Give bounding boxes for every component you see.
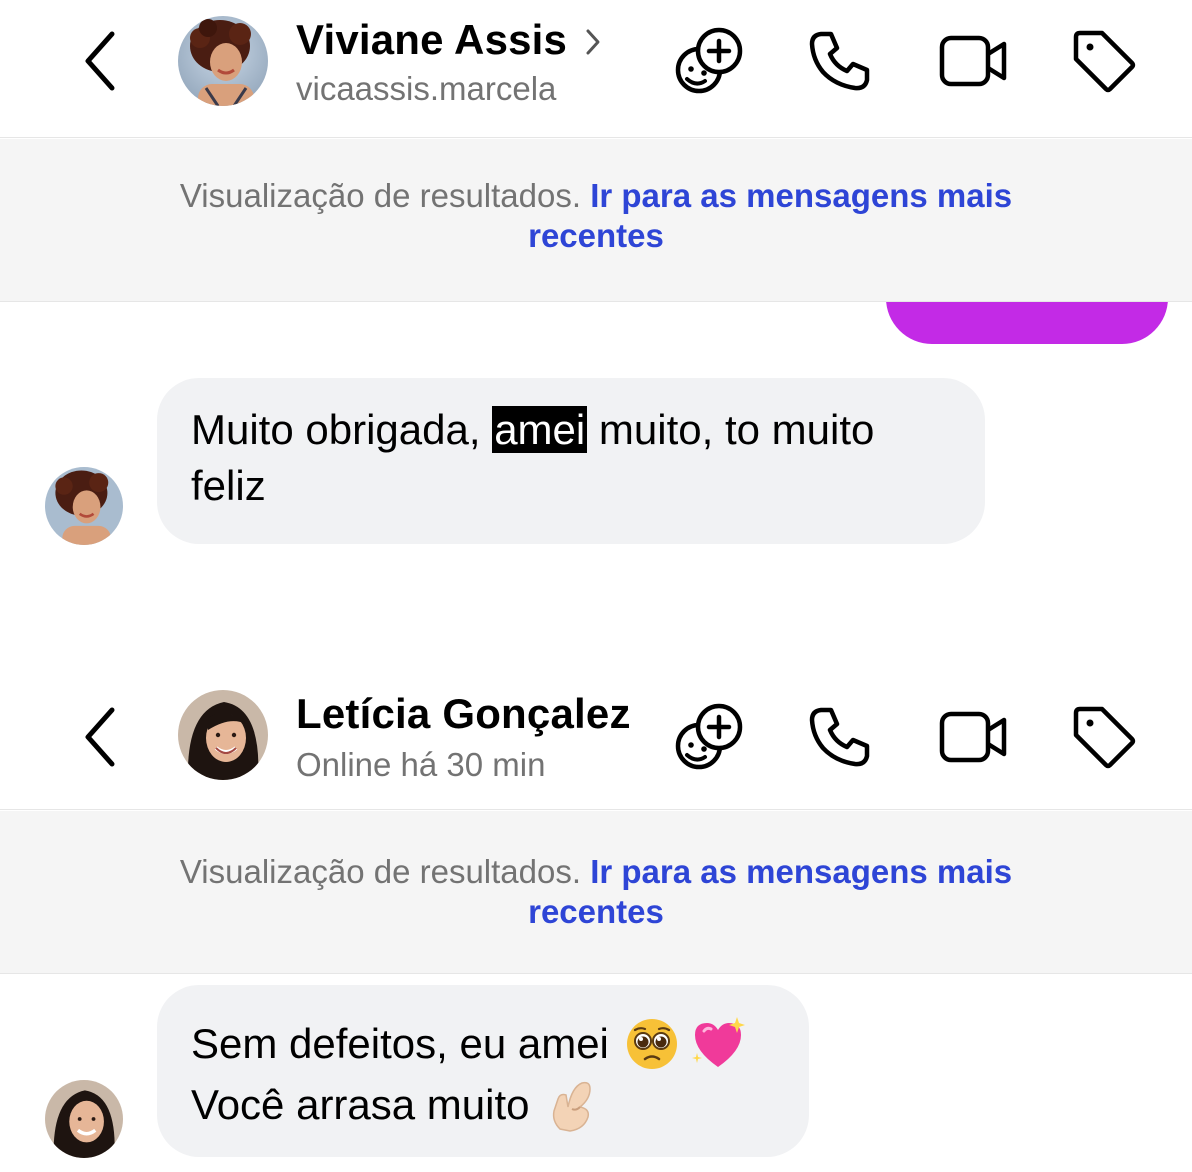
incoming-message-bubble[interactable]: Muito obrigada, amei muito, to muito fel… — [157, 378, 985, 544]
contact-name-button[interactable]: Letícia Gonçalez — [296, 690, 631, 738]
tag-button[interactable] — [1069, 702, 1139, 772]
profile-photo — [178, 16, 268, 106]
audio-call-button[interactable] — [805, 702, 875, 772]
pinching-hand-emoji — [552, 1081, 591, 1132]
contact-username: vicaassis.marcela — [296, 70, 557, 107]
contact-name: Letícia Gonçalez — [296, 690, 631, 737]
back-button[interactable] — [72, 30, 128, 92]
pleading-face-emoji — [626, 1019, 677, 1069]
banner-text-overlay: Visualização de resultados. Ir para as m… — [0, 176, 1192, 256]
message-line-2: Você arrasa muito — [191, 1077, 602, 1133]
phone-icon — [809, 707, 870, 767]
search-highlight: amei — [492, 406, 588, 453]
phone-icon — [809, 31, 870, 91]
video-camera-icon — [939, 711, 1007, 763]
conversation-panel-viviane: Viviane Assis vicaassis.marcela Visualiz… — [0, 0, 1192, 620]
video-call-button[interactable] — [938, 702, 1008, 772]
tag-button[interactable] — [1069, 26, 1139, 96]
sticker-add-button[interactable] — [674, 26, 744, 96]
sticker-add-icon — [675, 703, 743, 770]
chevron-left-icon — [85, 31, 115, 91]
conversation-panel-leticia: Letícia Gonçalez Online há 30 min Visual… — [0, 672, 1192, 1172]
incoming-message-bubble[interactable]: Sem defeitos, eu amei Você arrasa muito — [157, 985, 809, 1157]
go-to-recent-link-cont[interactable]: recentes — [528, 893, 664, 930]
banner-text: Visualização de resultados. Ir para as m… — [0, 852, 1192, 932]
go-to-recent-link[interactable]: Ir para as mensagens mais — [590, 177, 1012, 214]
chevron-left-icon — [85, 707, 115, 767]
contact-name-button[interactable]: Viviane Assis — [296, 16, 601, 64]
banner-info-text: Visualização de resultados. — [179, 853, 582, 890]
profile-photo — [178, 690, 268, 780]
sender-avatar[interactable] — [45, 1080, 123, 1158]
sticker-add-icon — [675, 27, 743, 94]
sender-avatar[interactable] — [45, 467, 123, 545]
chevron-right-icon — [586, 29, 600, 55]
go-to-recent-link[interactable]: Ir para as mensagens mais — [590, 853, 1012, 890]
chat-header: Letícia Gonçalez Online há 30 min — [0, 672, 1192, 810]
chat-header: Viviane Assis vicaassis.marcela — [0, 0, 1192, 138]
avatar[interactable] — [178, 690, 268, 780]
contact-name: Viviane Assis — [296, 16, 568, 63]
message-line-1: Sem defeitos, eu amei — [191, 1015, 747, 1073]
video-camera-icon — [939, 35, 1007, 87]
go-to-recent-link-cont[interactable]: recentes — [528, 217, 664, 254]
tag-icon — [1073, 30, 1136, 93]
video-call-button[interactable] — [938, 26, 1008, 96]
back-button[interactable] — [72, 706, 128, 768]
sticker-add-button[interactable] — [674, 702, 744, 772]
banner-info-text: Visualização de resultados. — [179, 177, 582, 214]
profile-photo — [45, 1080, 123, 1158]
contact-status: Online há 30 min — [296, 746, 546, 783]
tag-icon — [1073, 706, 1136, 769]
profile-photo — [45, 467, 123, 545]
audio-call-button[interactable] — [805, 26, 875, 96]
sparkling-heart-emoji — [691, 1017, 745, 1067]
avatar[interactable] — [178, 16, 268, 106]
message-line-2: feliz — [191, 462, 266, 509]
message-line-1: Muito obrigada, amei muito, to muito — [191, 406, 875, 453]
